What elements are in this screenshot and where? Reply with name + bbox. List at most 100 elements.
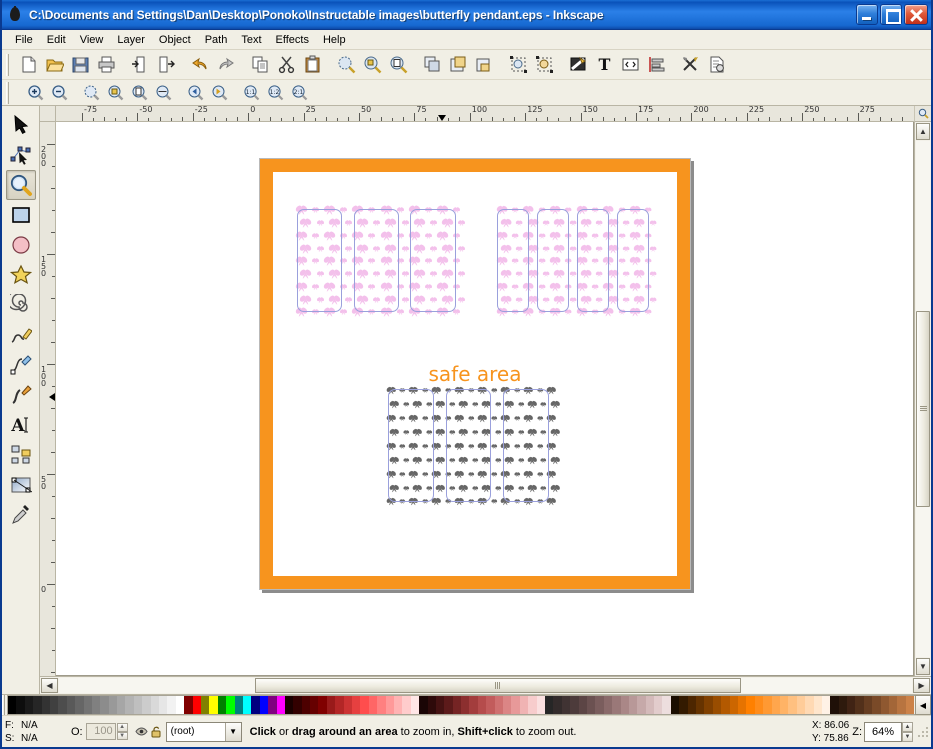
export-icon[interactable] (154, 53, 178, 77)
palette-swatch[interactable] (327, 696, 335, 714)
palette-swatch[interactable] (335, 696, 343, 714)
palette-swatch[interactable] (662, 696, 670, 714)
palette-swatch[interactable] (587, 696, 595, 714)
palette-swatch[interactable] (184, 696, 192, 714)
palette-swatch[interactable] (42, 696, 50, 714)
butterfly-cluster-bottom[interactable] (385, 384, 557, 509)
ruler-zoom-icon[interactable] (914, 106, 931, 122)
node-editor-tool[interactable] (6, 140, 36, 170)
new-document-icon[interactable] (16, 53, 40, 77)
calligraphy-tool[interactable] (6, 380, 36, 410)
star-tool[interactable] (6, 260, 36, 290)
palette-swatch[interactable] (293, 696, 301, 714)
document-properties-icon[interactable] (704, 53, 728, 77)
palette-swatch[interactable] (444, 696, 452, 714)
scroll-right-arrow[interactable]: ▶ (913, 678, 930, 693)
palette-swatch[interactable] (520, 696, 528, 714)
zoom-next-icon[interactable] (208, 82, 230, 103)
unlink-clone-icon[interactable] (472, 53, 496, 77)
palette-swatch[interactable] (562, 696, 570, 714)
palette-swatch[interactable] (109, 696, 117, 714)
palette-swatch[interactable] (453, 696, 461, 714)
palette-swatch[interactable] (8, 696, 16, 714)
open-document-icon[interactable] (42, 53, 66, 77)
palette-swatch[interactable] (125, 696, 133, 714)
xml-editor-icon[interactable] (618, 53, 642, 77)
horizontal-scroll-track[interactable] (59, 678, 912, 693)
palette-swatch[interactable] (621, 696, 629, 714)
palette-swatch[interactable] (50, 696, 58, 714)
palette-swatch[interactable] (545, 696, 553, 714)
menu-edit[interactable]: Edit (40, 32, 73, 48)
palette-swatch[interactable] (419, 696, 427, 714)
palette-swatch[interactable] (75, 696, 83, 714)
palette-swatch[interactable] (629, 696, 637, 714)
palette-swatch[interactable] (394, 696, 402, 714)
palette-swatch[interactable] (100, 696, 108, 714)
pencil-tool[interactable] (6, 320, 36, 350)
palette-swatch[interactable] (822, 696, 830, 714)
horizontal-scrollbar[interactable]: ◀ ▶ (40, 676, 931, 694)
zoom-drawing-icon[interactable] (360, 53, 384, 77)
palette-swatch[interactable] (436, 696, 444, 714)
cut-icon[interactable] (274, 53, 298, 77)
palette-swatch[interactable] (654, 696, 662, 714)
selector-tool[interactable] (6, 110, 36, 140)
palette-swatch[interactable] (671, 696, 679, 714)
menu-help[interactable]: Help (316, 32, 353, 48)
connector-tool[interactable] (6, 440, 36, 470)
palette-swatch[interactable] (201, 696, 209, 714)
palette-swatch[interactable] (134, 696, 142, 714)
palette-swatch[interactable] (478, 696, 486, 714)
vertical-scroll-track[interactable] (916, 141, 930, 657)
palette-swatch[interactable] (318, 696, 326, 714)
palette-swatch[interactable] (780, 696, 788, 714)
spiral-tool[interactable] (6, 290, 36, 320)
palette-swatch[interactable] (511, 696, 519, 714)
palette-swatch[interactable] (285, 696, 293, 714)
palette-swatch[interactable] (805, 696, 813, 714)
zoom-1-1-icon[interactable]: 1:1 (240, 82, 262, 103)
vertical-scrollbar[interactable]: ▲ ▼ (914, 122, 931, 676)
save-document-icon[interactable] (68, 53, 92, 77)
palette-swatch[interactable] (604, 696, 612, 714)
palette-swatch[interactable] (428, 696, 436, 714)
palette-swatch[interactable] (159, 696, 167, 714)
palette-swatch[interactable] (243, 696, 251, 714)
zoom-in-icon[interactable] (24, 82, 46, 103)
palette-swatch[interactable] (25, 696, 33, 714)
palette-swatch[interactable] (84, 696, 92, 714)
vertical-ruler[interactable]: 2 0 01 5 01 0 05 00 (40, 122, 56, 676)
palette-swatch[interactable] (344, 696, 352, 714)
palette-swatch[interactable] (235, 696, 243, 714)
copy-icon[interactable] (248, 53, 272, 77)
bezier-tool[interactable] (6, 350, 36, 380)
ellipse-tool[interactable] (6, 230, 36, 260)
palette-swatch[interactable] (839, 696, 847, 714)
menu-effects[interactable]: Effects (269, 32, 316, 48)
palette-swatch[interactable] (906, 696, 914, 714)
palette-swatch[interactable] (251, 696, 259, 714)
palette-swatch[interactable] (461, 696, 469, 714)
vertical-scroll-thumb[interactable] (916, 311, 930, 507)
palette-swatch[interactable] (746, 696, 754, 714)
palette-swatch[interactable] (721, 696, 729, 714)
undo-icon[interactable] (188, 53, 212, 77)
zoom-page-icon[interactable] (128, 82, 150, 103)
menu-path[interactable]: Path (198, 32, 235, 48)
palette-swatch[interactable] (411, 696, 419, 714)
palette-swatch[interactable] (226, 696, 234, 714)
palette-swatch[interactable] (58, 696, 66, 714)
palette-swatches[interactable] (7, 695, 915, 715)
palette-swatch[interactable] (553, 696, 561, 714)
text-properties-icon[interactable]: T (592, 53, 616, 77)
palette-swatch[interactable] (612, 696, 620, 714)
zoom-input[interactable]: 64% (864, 722, 902, 742)
import-icon[interactable] (128, 53, 152, 77)
palette-scroll-left[interactable]: ◀ (915, 695, 931, 715)
palette-swatch[interactable] (738, 696, 746, 714)
palette-swatch[interactable] (16, 696, 24, 714)
zoom-page-width-icon[interactable] (152, 82, 174, 103)
palette-swatch[interactable] (386, 696, 394, 714)
resize-grip[interactable] (917, 726, 929, 738)
